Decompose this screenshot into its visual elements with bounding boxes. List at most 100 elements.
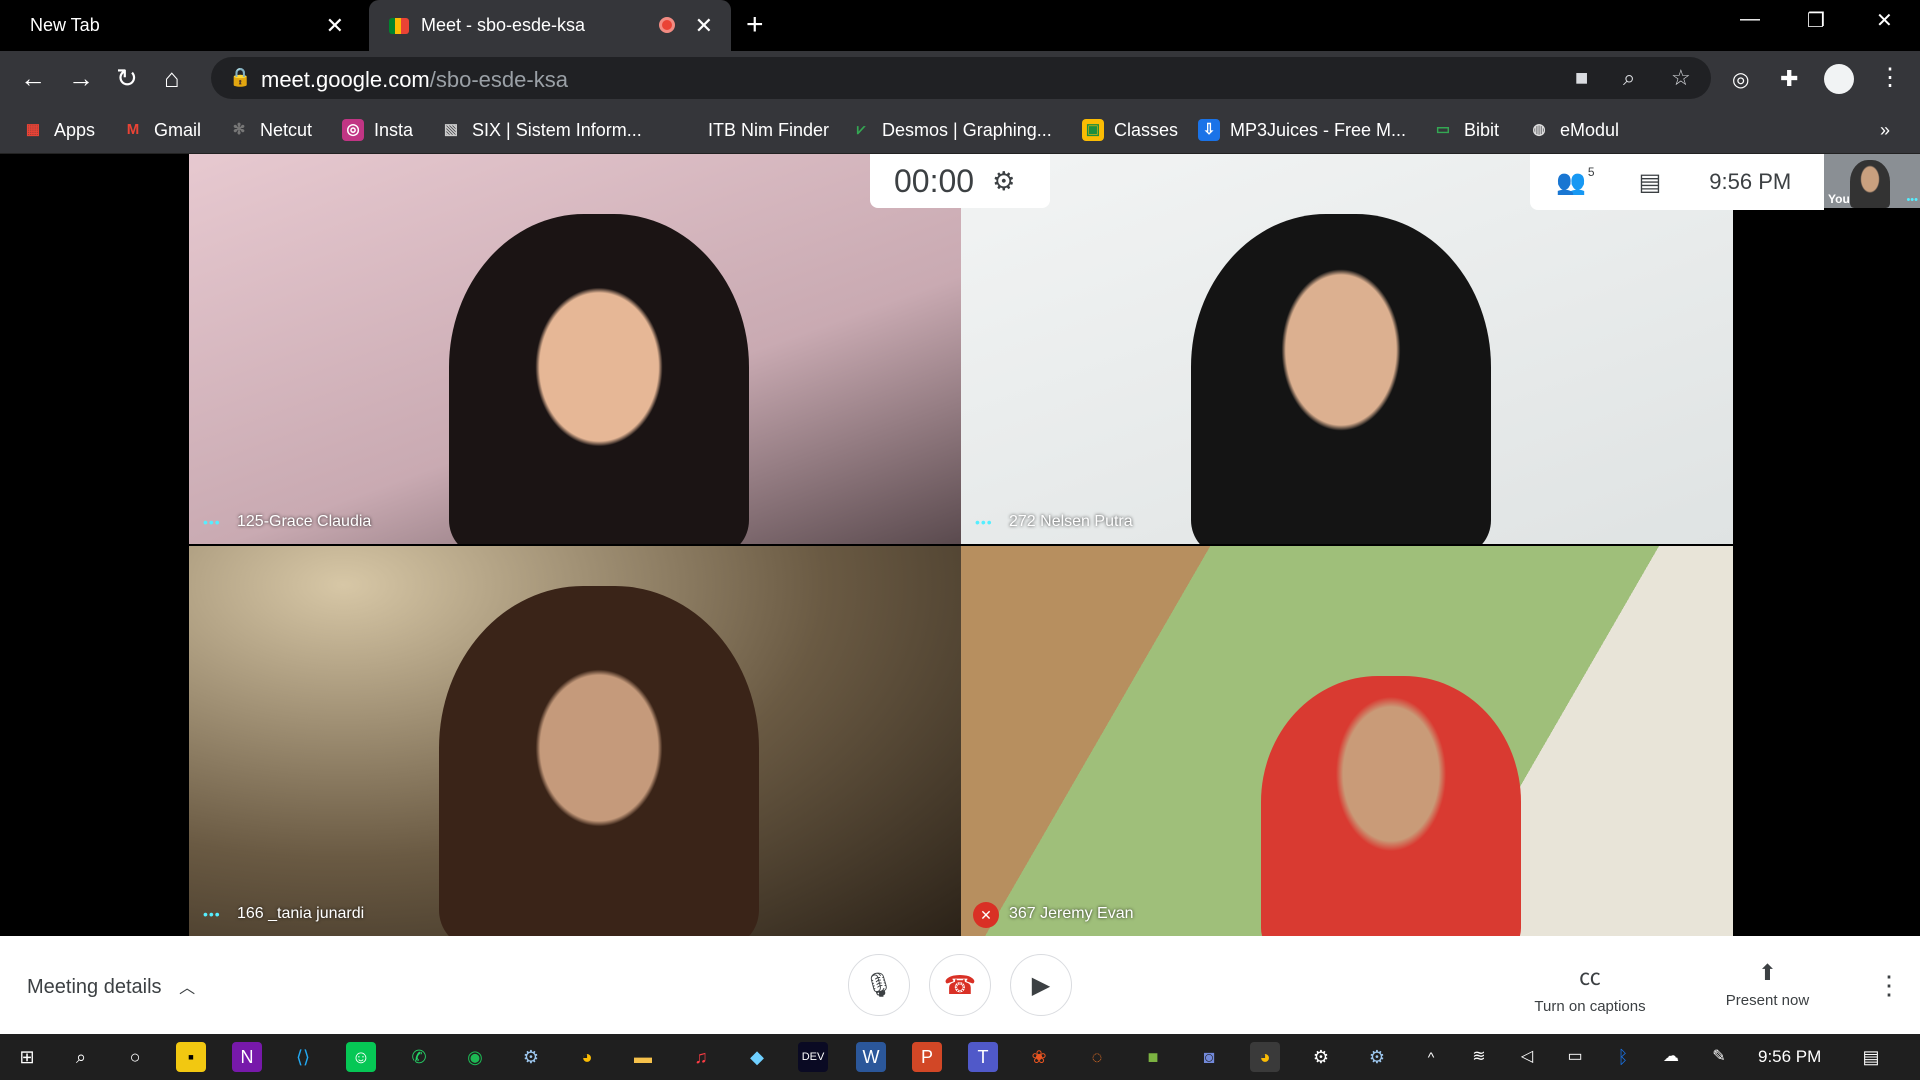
chrome-active-icon[interactable]: ◕: [1250, 1042, 1280, 1072]
bookmark-itb-nim[interactable]: ITB Nim Finder: [708, 115, 829, 145]
video-tile[interactable]: ••• 125-Grace Claudia: [189, 154, 961, 544]
battery-icon[interactable]: ▭: [1560, 1042, 1590, 1072]
gmail-icon: M: [126, 121, 140, 138]
search-icon[interactable]: ⌕: [66, 1042, 96, 1072]
puzzle-icon[interactable]: ✚: [1780, 64, 1798, 94]
onenote-icon[interactable]: N: [232, 1042, 262, 1072]
bookmark-netcut[interactable]: ✻ Netcut: [228, 115, 312, 145]
participant-video: [449, 214, 749, 544]
bookmark-bibit[interactable]: ▭ Bibit: [1432, 115, 1499, 145]
meeting-timer: 00:00 ⚙: [870, 154, 1050, 208]
bookmark-gmail[interactable]: M Gmail: [122, 115, 201, 145]
powerpoint-icon[interactable]: P: [912, 1042, 942, 1072]
whatsapp-icon[interactable]: ✆: [404, 1042, 434, 1072]
bookmark-emodul[interactable]: ◍ eModul: [1528, 115, 1619, 145]
home-icon[interactable]: ⌂: [164, 63, 180, 93]
tab-title: Meet - sbo-esde-ksa: [421, 15, 586, 35]
leave-call-button[interactable]: ☎: [929, 954, 991, 1016]
menu-icon[interactable]: ⋮: [1878, 63, 1902, 93]
onedrive-icon[interactable]: ☁: [1656, 1042, 1686, 1072]
captions-button[interactable]: ㏄ Turn on captions: [1520, 960, 1660, 1015]
windows-start-icon[interactable]: ⊞: [12, 1042, 42, 1072]
star-icon[interactable]: ☆: [1671, 65, 1691, 91]
url-text[interactable]: meet.google.com/sbo-esde-ksa: [261, 67, 568, 93]
minimize-icon[interactable]: —: [1740, 8, 1760, 31]
six-icon: ▧: [443, 121, 459, 138]
reload-icon[interactable]: ↻: [116, 63, 138, 93]
zoom-icon[interactable]: ⌕: [1623, 65, 1635, 91]
back-arrow-icon[interactable]: ←: [20, 63, 46, 93]
discord-icon[interactable]: ◙: [1194, 1042, 1224, 1072]
taskbar-clock[interactable]: 9:56 PM: [1758, 1047, 1821, 1067]
wifi-icon[interactable]: ≋: [1464, 1042, 1494, 1072]
close-icon[interactable]: ✕: [695, 13, 713, 39]
meeting-details-button[interactable]: Meeting details ︿: [27, 974, 195, 999]
lock-icon: 🔒: [229, 67, 252, 87]
chrome-icon[interactable]: ◕: [572, 1042, 602, 1072]
app-icon[interactable]: ◆: [742, 1042, 772, 1072]
dev-icon[interactable]: DEV: [798, 1042, 828, 1072]
chat-icon[interactable]: ▤: [1639, 168, 1662, 197]
volume-icon[interactable]: ◁: [1512, 1042, 1542, 1072]
word-icon[interactable]: W: [856, 1042, 886, 1072]
camera-icon[interactable]: ■: [1575, 65, 1588, 91]
participant-video: [1191, 214, 1491, 544]
teams-icon[interactable]: T: [968, 1042, 998, 1072]
bookmark-apps[interactable]: ▦ Apps: [22, 115, 95, 145]
new-tab-plus-icon[interactable]: +: [746, 8, 764, 42]
meet-bottom-bar: Meeting details ︿ 🎙 ☎ ▶ ㏄ Turn on caption…: [0, 936, 1920, 1034]
steam-tray-icon[interactable]: ⚙: [1362, 1042, 1392, 1072]
pen-icon[interactable]: ✎: [1704, 1042, 1734, 1072]
restore-icon[interactable]: ❐: [1807, 8, 1825, 33]
settings-icon[interactable]: ⚙: [1306, 1042, 1336, 1072]
windows-taskbar: ⊞ ⌕ ○ ▪ N ⟨⟩ ☺ ✆ ◉ ⚙ ◕ ▬ ♫ ◆ DEV W P T ❀…: [0, 1034, 1920, 1080]
bookmarks-overflow-icon[interactable]: »: [1880, 115, 1890, 145]
app-icon[interactable]: ❀: [1024, 1042, 1054, 1072]
line-icon[interactable]: ☺: [346, 1042, 376, 1072]
close-icon[interactable]: ✕: [326, 13, 344, 39]
bookmark-label: Bibit: [1464, 119, 1500, 140]
cortana-icon[interactable]: ○: [120, 1042, 150, 1072]
tab-meet[interactable]: Meet - sbo-esde-ksa ✕: [369, 0, 731, 51]
address-bar[interactable]: 🔒 meet.google.com/sbo-esde-ksa ■ ⌕ ☆: [211, 57, 1711, 99]
meeting-details-label: Meeting details: [27, 976, 162, 998]
present-now-button[interactable]: ⬆ Present now: [1700, 960, 1835, 1009]
jupyter-icon[interactable]: ◌: [1082, 1042, 1112, 1072]
microphone-button[interactable]: 🎙: [848, 954, 910, 1016]
bookmark-mp3juices[interactable]: ⇩ MP3Juices - Free M...: [1198, 115, 1406, 145]
tray-overflow-icon[interactable]: ^: [1416, 1042, 1446, 1072]
people-icon[interactable]: 👥: [1556, 168, 1586, 197]
window-close-icon[interactable]: ✕: [1876, 8, 1893, 33]
video-tile[interactable]: ••• 272 Nelsen Putra: [961, 154, 1733, 544]
audio-indicator-icon: •••: [203, 514, 221, 530]
vscode-icon[interactable]: ⟨⟩: [288, 1042, 318, 1072]
bookmark-insta[interactable]: ◎ Insta: [342, 115, 413, 145]
meet-top-controls: 👥 5 ▤ 9:56 PM: [1530, 154, 1824, 210]
video-tile[interactable]: ✕ 367 Jeremy Evan: [961, 546, 1733, 936]
settings-gear-icon[interactable]: ⚙: [992, 166, 1015, 197]
participant-name: 125-Grace Claudia: [237, 513, 372, 530]
tab-new-tab[interactable]: New Tab ✕: [0, 0, 362, 51]
apps-grid-icon: ▦: [25, 121, 41, 138]
camera-button[interactable]: ▶: [1010, 954, 1072, 1016]
file-explorer-icon[interactable]: ▬: [628, 1042, 658, 1072]
forward-arrow-icon[interactable]: →: [68, 63, 94, 93]
spotify-icon[interactable]: ◉: [460, 1042, 490, 1072]
captions-label: Turn on captions: [1534, 998, 1646, 1015]
sticky-notes-icon[interactable]: ▪: [176, 1042, 206, 1072]
bookmark-classes[interactable]: ▣ Classes: [1082, 115, 1178, 145]
self-view-tile[interactable]: You •••: [1824, 154, 1920, 208]
extension-icon[interactable]: ◎: [1732, 65, 1749, 95]
minecraft-icon[interactable]: ■: [1138, 1042, 1168, 1072]
profile-avatar[interactable]: [1824, 64, 1854, 94]
itunes-icon[interactable]: ♫: [686, 1042, 716, 1072]
notifications-icon[interactable]: ▤: [1856, 1042, 1886, 1072]
desmos-icon: ⩗: [856, 121, 866, 138]
more-options-icon[interactable]: ⋮: [1876, 970, 1902, 1001]
steam-icon[interactable]: ⚙: [516, 1042, 546, 1072]
bookmark-six[interactable]: ▧ SIX | Sistem Inform...: [440, 115, 642, 145]
bookmark-desmos[interactable]: ⩗ Desmos | Graphing...: [850, 115, 1052, 145]
video-tile[interactable]: ••• 166 _tania junardi: [189, 546, 961, 936]
microphone-icon: 🎙: [863, 971, 895, 999]
bluetooth-icon[interactable]: ᛒ: [1608, 1042, 1638, 1072]
